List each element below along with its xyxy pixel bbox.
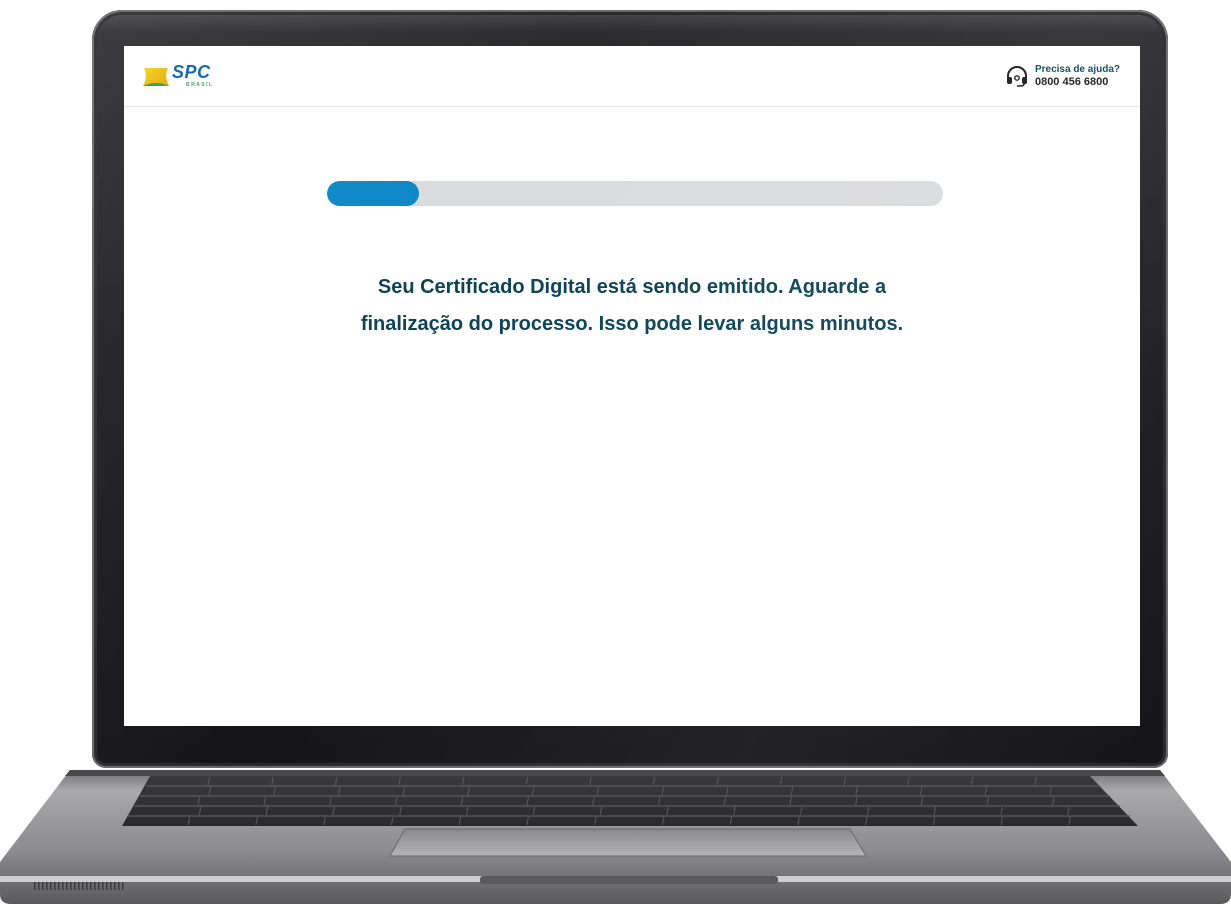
spc-brasil-logo[interactable]: SPC BRASIL <box>142 62 214 90</box>
laptop-base <box>0 766 1231 906</box>
help-contact[interactable]: Precisa de ajuda? 0800 456 6800 <box>1005 64 1120 88</box>
progress-fill <box>327 181 420 206</box>
laptop-keyboard-deck <box>0 770 1231 904</box>
status-message-line-1: Seu Certificado Digital está sendo emiti… <box>377 276 887 298</box>
spc-logo-mark-icon <box>143 68 169 86</box>
help-text: Precisa de ajuda? 0800 456 6800 <box>1035 64 1120 88</box>
status-message: Seu Certificado Digital está sendo emiti… <box>274 269 990 343</box>
app-header: SPC BRASIL Precisa de ajuda? 0800 456 68… <box>124 46 1140 107</box>
logo-subtext: BRASIL <box>186 82 214 88</box>
progress-bar <box>327 181 943 206</box>
laptop-screen: SPC BRASIL Precisa de ajuda? 0800 456 68… <box>124 46 1140 726</box>
help-label: Precisa de ajuda? <box>1034 64 1120 75</box>
help-phone[interactable]: 0800 456 6800 <box>1035 76 1120 88</box>
logo-text: SPC <box>172 62 211 82</box>
laptop-mockup: SPC BRASIL Precisa de ajuda? 0800 456 68… <box>0 0 1231 906</box>
headset-icon <box>1006 66 1027 87</box>
status-message-line-2: finalização do processo. Isso pode levar… <box>360 313 904 335</box>
